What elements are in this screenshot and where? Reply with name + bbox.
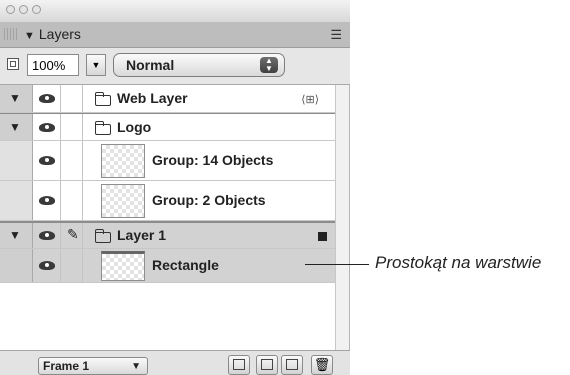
- opacity-dropdown-button[interactable]: ▼: [86, 54, 106, 76]
- expand-column: ▼: [0, 85, 33, 112]
- layer-row-logo[interactable]: ▼ Logo: [0, 113, 335, 141]
- new-layer-button[interactable]: [281, 355, 303, 375]
- layers-panel: ▼ Layers ☰ 100% ▼ Normal ▲ ▼ ▼ Web Layer ⟨…: [0, 0, 350, 375]
- edit-column: [61, 141, 83, 180]
- vertical-scrollbar[interactable]: [335, 85, 349, 350]
- eye-icon[interactable]: [39, 94, 55, 103]
- web-layer-icon: ⟨⊞⟩: [301, 94, 319, 106]
- edit-column: ✎: [61, 223, 83, 248]
- visibility-column: [33, 114, 61, 140]
- callout-line: [305, 264, 369, 265]
- chevron-down-icon: ▼: [131, 361, 141, 372]
- layer-name: Group: 14 Objects: [152, 152, 274, 168]
- layer-name: Layer 1: [117, 227, 167, 243]
- layers-tab-label: Layers: [38, 26, 81, 42]
- layer-row-group-2[interactable]: Group: 2 Objects: [0, 181, 335, 221]
- visibility-column: [33, 223, 61, 248]
- expand-triangle-icon[interactable]: ▼: [9, 91, 21, 105]
- folder-icon: [95, 92, 111, 106]
- layers-tab[interactable]: ▼ Layers: [24, 26, 81, 42]
- visibility-column: [33, 85, 61, 112]
- expand-triangle-icon[interactable]: ▼: [9, 120, 21, 134]
- edit-column: [61, 114, 83, 140]
- edit-column: [61, 249, 83, 282]
- blend-mode-value: Normal: [126, 57, 175, 73]
- panel-footer: Frame 1 ▼ 🗑: [0, 350, 350, 375]
- select-arrows-icon: ▲ ▼: [260, 57, 278, 73]
- edit-column: [61, 181, 83, 220]
- callout-label: Prostokąt na warstwie: [375, 253, 542, 272]
- layer-name: Rectangle: [152, 257, 219, 273]
- folder-icon: [95, 121, 111, 135]
- eye-icon[interactable]: [39, 196, 55, 205]
- grip-icon[interactable]: [4, 28, 18, 40]
- panel-header: ▼ Layers ☰: [0, 22, 350, 48]
- visibility-column: [33, 181, 61, 220]
- expand-column: ▼: [0, 223, 33, 248]
- selection-square-icon: [318, 232, 327, 241]
- expand-column: [0, 141, 33, 180]
- zoom-button[interactable]: [32, 5, 41, 14]
- layer-name: Web Layer: [117, 90, 188, 106]
- folder-icon: [95, 229, 111, 243]
- eye-icon[interactable]: [39, 123, 55, 132]
- layer-row-layer-1[interactable]: ▼ ✎ Layer 1: [0, 221, 335, 249]
- panel-menu-icon[interactable]: ☰: [330, 27, 342, 43]
- visibility-column: [33, 141, 61, 180]
- thumbnail: [101, 251, 145, 281]
- eye-icon[interactable]: [39, 156, 55, 165]
- visibility-column: [33, 249, 61, 282]
- layer-row-rectangle[interactable]: Rectangle: [0, 249, 335, 283]
- layer-name: Logo: [117, 119, 152, 135]
- trash-icon[interactable]: 🗑: [311, 355, 333, 375]
- lock-icon[interactable]: [7, 58, 19, 70]
- edit-column: [61, 85, 83, 112]
- eye-icon[interactable]: [39, 261, 55, 270]
- minimize-button[interactable]: [19, 5, 28, 14]
- thumbnail: [101, 144, 145, 178]
- layer-row-web-layer[interactable]: ▼ Web Layer ⟨⊞⟩: [0, 85, 335, 113]
- new-sublayer-button[interactable]: [228, 355, 250, 375]
- layer-name: Group: 2 Objects: [152, 192, 266, 208]
- window-titlebar: [0, 0, 350, 23]
- expand-column: [0, 249, 33, 282]
- expand-column: ▼: [0, 114, 33, 140]
- frame-select[interactable]: Frame 1 ▼: [38, 357, 148, 375]
- layer-row-group-14[interactable]: Group: 14 Objects: [0, 141, 335, 181]
- layer-list: ▼ Web Layer ⟨⊞⟩ ▼ Logo Group: 14 Objects: [0, 85, 335, 350]
- opacity-field[interactable]: 100%: [27, 54, 79, 76]
- add-mask-button[interactable]: [256, 355, 278, 375]
- collapse-triangle-icon[interactable]: ▼: [24, 30, 35, 42]
- thumbnail: [101, 184, 145, 218]
- pencil-icon[interactable]: ✎: [67, 226, 79, 243]
- close-button[interactable]: [6, 5, 15, 14]
- expand-column: [0, 181, 33, 220]
- expand-triangle-icon[interactable]: ▼: [9, 228, 21, 242]
- blend-mode-select[interactable]: Normal ▲ ▼: [113, 53, 285, 77]
- eye-icon[interactable]: [39, 231, 55, 240]
- frame-select-value: Frame 1: [43, 359, 90, 373]
- layer-controls: 100% ▼ Normal ▲ ▼: [0, 48, 350, 85]
